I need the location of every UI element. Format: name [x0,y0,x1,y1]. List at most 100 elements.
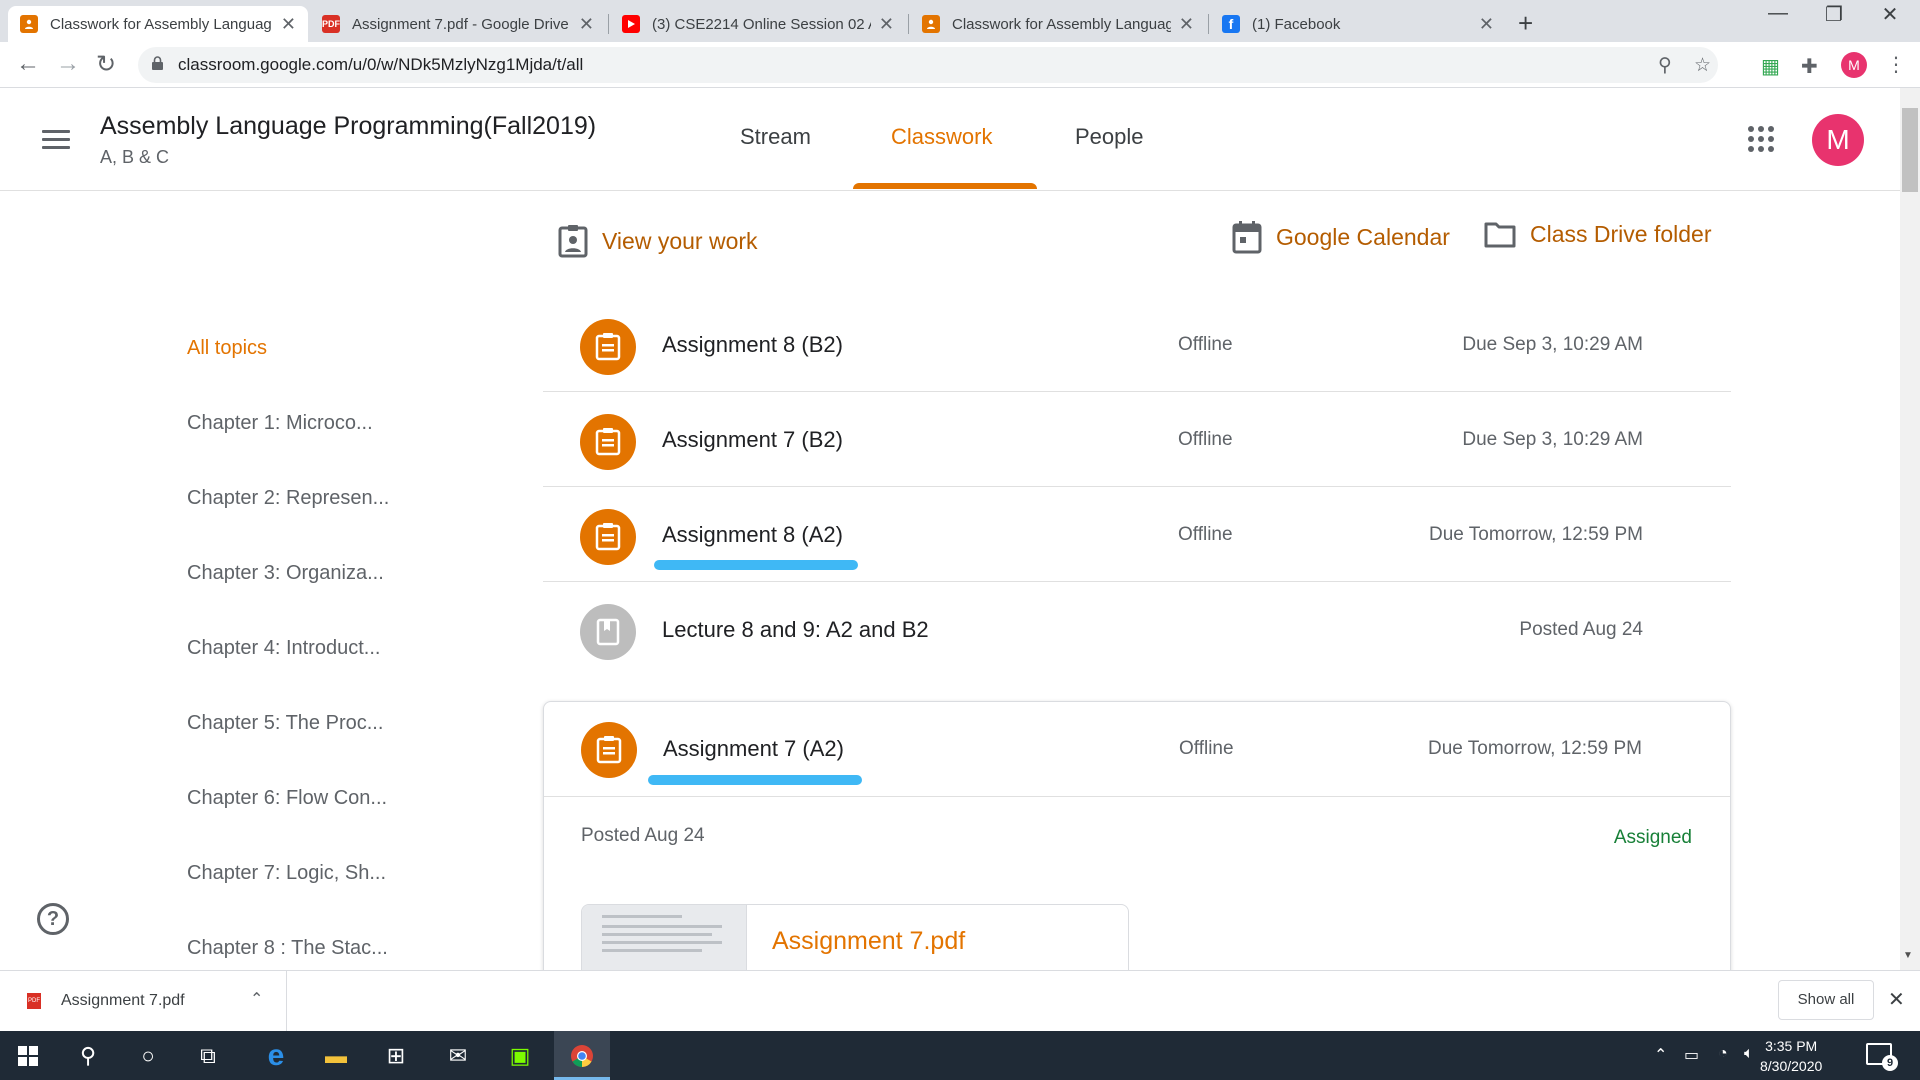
close-download-bar-icon[interactable]: ✕ [1888,987,1905,1012]
attachment-name: Assignment 7.pdf [772,927,966,955]
google-apps-icon[interactable] [1748,126,1774,152]
reload-icon[interactable]: ↻ [96,50,116,79]
minimize-icon[interactable]: — [1748,2,1808,25]
tab-title: Classwork for Assembly Languag [50,15,272,33]
item-title: Assignment 7 (A2) [663,736,844,761]
topic-item[interactable]: Chapter 5: The Proc... [187,712,383,735]
google-calendar-link[interactable]: Google Calendar [1232,220,1450,254]
assignment-icon [580,319,636,375]
tab-stream[interactable]: Stream [740,124,811,150]
browser-tab[interactable]: f (1) Facebook ✕ [1210,6,1506,42]
browser-tab[interactable]: Classwork for Assembly Languag ✕ [8,6,308,42]
windows-taskbar: ⚲ ○ ⧉ e ▬ ⊞ ✉ ▣ ⌃ ▭ ◔ 🔈︎ 3:35 PM 8/30/20… [0,1031,1920,1080]
close-tab-icon[interactable]: ✕ [1479,14,1494,35]
close-tab-icon[interactable]: ✕ [579,14,594,35]
chrome-icon[interactable] [554,1031,610,1080]
assignment-state: Assigned [1613,827,1692,848]
browser-tab[interactable]: (3) CSE2214 Online Session 02 A ✕ [610,6,906,42]
course-section: A, B & C [100,147,170,167]
account-avatar[interactable]: M [1812,114,1864,166]
topic-item[interactable]: Chapter 3: Organiza... [187,562,384,585]
restore-icon[interactable]: ❐ [1804,2,1864,27]
classwork-item[interactable]: Lecture 8 and 9: A2 and B2 Posted Aug 24 [543,582,1731,677]
emulator-app-icon[interactable]: ▣ [492,1031,548,1080]
item-title: Lecture 8 and 9: A2 and B2 [662,617,929,642]
close-tab-icon[interactable]: ✕ [1179,14,1194,35]
browser-tab[interactable]: Classwork for Assembly Languag ✕ [910,6,1206,42]
vertical-scrollbar[interactable] [1900,88,1920,970]
folder-icon [1484,222,1516,248]
scrollbar-thumb[interactable] [1902,108,1918,192]
cortana-icon[interactable]: ○ [120,1031,176,1080]
edge-icon[interactable]: e [248,1031,304,1080]
new-tab-icon[interactable]: + [1518,8,1533,39]
search-icon[interactable]: ⚲ [60,1031,116,1080]
tab-title: Classwork for Assembly Languag [952,15,1171,33]
battery-icon[interactable]: ▭ [1684,1045,1699,1065]
view-your-work-label: View your work [602,227,758,254]
facebook-icon: f [1222,15,1240,33]
classwork-item[interactable]: Assignment 7 (B2) Offline Due Sep 3, 10:… [543,392,1731,487]
back-icon[interactable]: ← [16,50,40,78]
notification-count: 9 [1882,1055,1898,1071]
tab-classwork[interactable]: Classwork [891,124,992,150]
windows-start-icon[interactable] [0,1031,56,1080]
clock-time: 3:35 PM [1765,1038,1818,1054]
youtube-icon [622,15,640,33]
topic-item[interactable]: Chapter 8 : The Stac... [187,937,388,960]
forward-icon[interactable]: → [56,50,80,78]
chevron-up-icon[interactable]: ⌃ [250,989,263,1009]
task-view-icon[interactable]: ⧉ [180,1031,236,1080]
topic-all[interactable]: All topics [187,337,267,360]
tab-title: (1) Facebook [1252,15,1341,33]
topic-item[interactable]: Chapter 4: Introduct... [187,637,380,660]
posted-date: Posted Aug 24 [581,825,705,846]
mail-icon[interactable]: ✉ [430,1031,486,1080]
more-menu-icon[interactable]: ⋮ [1886,52,1906,77]
topic-item[interactable]: Chapter 7: Logic, Sh... [187,862,386,885]
address-bar[interactable]: classroom.google.com/u/0/w/NDk5MzlyNzg1M… [138,47,1718,83]
zoom-icon[interactable]: ⚲ [1658,54,1672,77]
bookmark-star-icon[interactable]: ☆ [1694,54,1711,77]
classwork-item[interactable]: Assignment 8 (B2) Offline Due Sep 3, 10:… [543,297,1731,392]
show-all-button[interactable]: Show all [1778,980,1874,1020]
item-due: Due Tomorrow, 12:59 PM [1427,738,1642,759]
extensions-puzzle-icon[interactable]: ✚ [1801,54,1818,79]
lock-icon [152,56,163,70]
topic-item[interactable]: Chapter 1: Microco... [187,412,373,435]
item-status: Offline [1178,429,1233,450]
system-clock[interactable]: 3:35 PM 8/30/2020 [1760,1036,1822,1076]
item-title: Assignment 8 (A2) [662,522,843,547]
profile-avatar[interactable]: M [1841,52,1867,78]
tab-people[interactable]: People [1075,124,1144,150]
hamburger-menu-icon[interactable] [42,130,70,150]
wifi-icon[interactable]: ◔ [1718,1045,1728,1063]
item-status: Offline [1178,334,1233,355]
tab-strip: Classwork for Assembly Languag ✕ PDF Ass… [0,0,1920,42]
extension-icon[interactable]: ▦ [1761,54,1780,79]
class-drive-folder-label: Class Drive folder [1530,220,1712,247]
url-text: classroom.google.com/u/0/w/NDk5MzlyNzg1M… [178,55,584,74]
assignment-ind-icon [558,225,588,258]
store-icon[interactable]: ⊞ [368,1031,424,1080]
view-your-work-link[interactable]: View your work [558,224,758,258]
topic-item[interactable]: Chapter 6: Flow Con... [187,787,387,810]
volume-icon[interactable]: 🔈︎ [1744,1045,1754,1063]
material-book-icon [580,604,636,660]
file-explorer-icon[interactable]: ▬ [308,1031,364,1080]
downloaded-file[interactable]: PDF Assignment 7.pdf ⌃ [0,971,287,1032]
expanded-assignment-card: Assignment 7 (A2) Offline Due Tomorrow, … [543,701,1731,1024]
scroll-down-arrow-icon[interactable]: ▼ [1903,950,1913,961]
class-drive-folder-link[interactable]: Class Drive folder [1484,220,1712,248]
assignment-icon [580,509,636,565]
course-title[interactable]: Assembly Language Programming(Fall2019) [100,112,596,141]
close-tab-icon[interactable]: ✕ [879,14,894,35]
notification-center-icon[interactable]: 9 [1866,1043,1898,1071]
chevron-up-icon[interactable]: ⌃ [1654,1045,1667,1065]
topic-item[interactable]: Chapter 2: Represen... [187,487,389,510]
item-posted: Posted Aug 24 [1519,619,1643,640]
browser-tab[interactable]: PDF Assignment 7.pdf - Google Drive ✕ [310,6,606,42]
close-window-icon[interactable]: ✕ [1860,2,1920,27]
help-icon[interactable]: ? [37,903,69,935]
close-tab-icon[interactable]: ✕ [281,14,296,35]
